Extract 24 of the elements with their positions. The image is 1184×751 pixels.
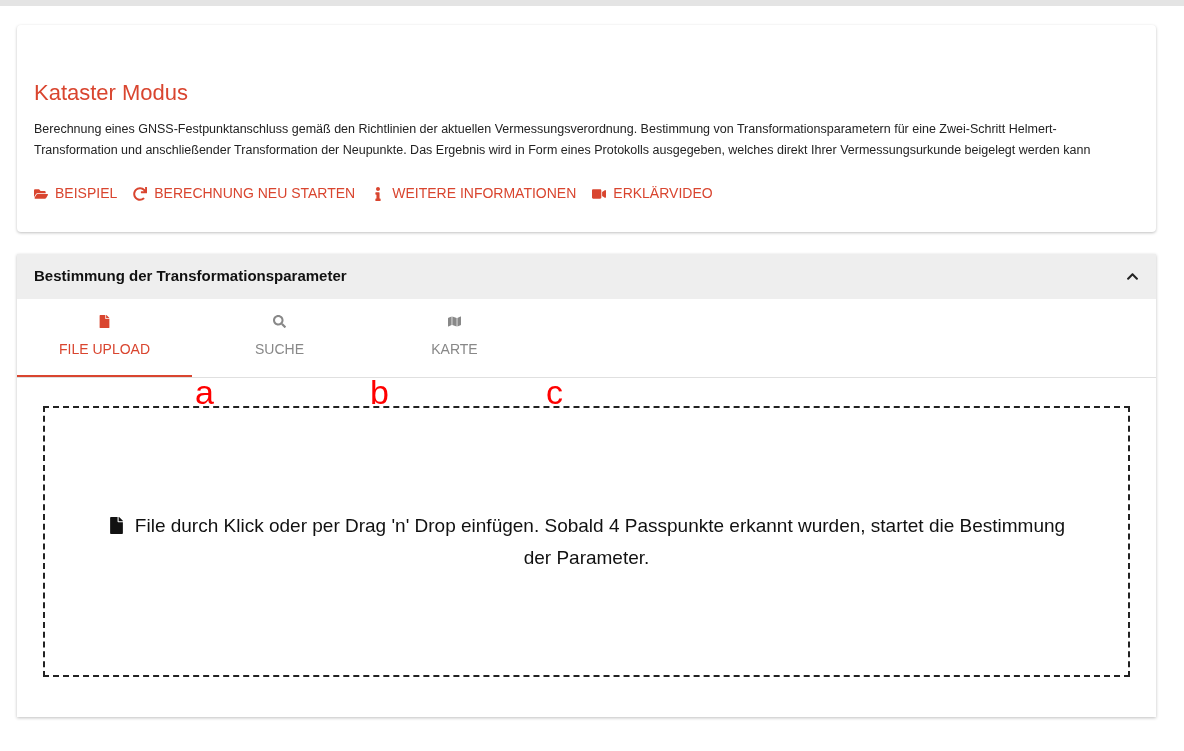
tab[interactable]: FILE UPLOAD bbox=[17, 299, 192, 377]
action-link[interactable]: BEISPIEL bbox=[34, 183, 118, 204]
action-link[interactable]: WEITERE INFORMATIONEN bbox=[371, 183, 577, 204]
drop-zone[interactable]: File durch Klick oder per Drag 'n' Drop einfügen. Sobald 4 Passpunkte erkannt wurden, startet die Bestimmung der Parameter. bbox=[43, 406, 1130, 677]
annotation-letter: a bbox=[194, 378, 214, 406]
card-title: Kataster Modus bbox=[34, 79, 190, 107]
panel-header[interactable]: Bestimmung der Transformationsparameter bbox=[17, 254, 1156, 299]
annotation-letter: c bbox=[545, 378, 563, 406]
tab[interactable]: SUCHE bbox=[192, 299, 367, 377]
annotation-letter: b bbox=[369, 378, 389, 406]
action-link[interactable]: ERKLÄRVIDEO bbox=[592, 183, 713, 204]
file-icon bbox=[98, 314, 111, 328]
description-text: Berechnung eines GNSS-Festpunktanschluss gemäß den Richtlinien der aktuellen Vermessungsverordnung. Bestimmung von Transformationsparametern für eine Zwei-Schritt Helmert-Transformation und anschließender Transformation der Neupunkte. Das Ergebnis wird in Form eines Protokolls ausgegeben, welches direkt Ihrer Vermessungsurkunde beigelegt werden kann bbox=[34, 121, 1092, 159]
drop-zone-text: File durch Klick oder per Drag 'n' Drop einfügen. Sobald 4 Passpunkte erkannt wurden, startet die Bestimmung der Parameter. bbox=[91, 509, 1082, 574]
search-icon bbox=[273, 314, 286, 328]
map-icon bbox=[448, 314, 461, 328]
panel-title: Bestimmung der Transformationsparameter bbox=[34, 266, 347, 287]
video-camera-icon bbox=[592, 186, 607, 201]
reload-icon bbox=[133, 186, 148, 201]
folder-icon bbox=[34, 186, 48, 201]
action-link[interactable]: BERECHNUNG NEU STARTEN bbox=[133, 183, 356, 204]
tab[interactable]: KARTE bbox=[367, 299, 542, 377]
chevron-up-icon bbox=[1126, 270, 1139, 283]
file-icon bbox=[107, 516, 125, 534]
